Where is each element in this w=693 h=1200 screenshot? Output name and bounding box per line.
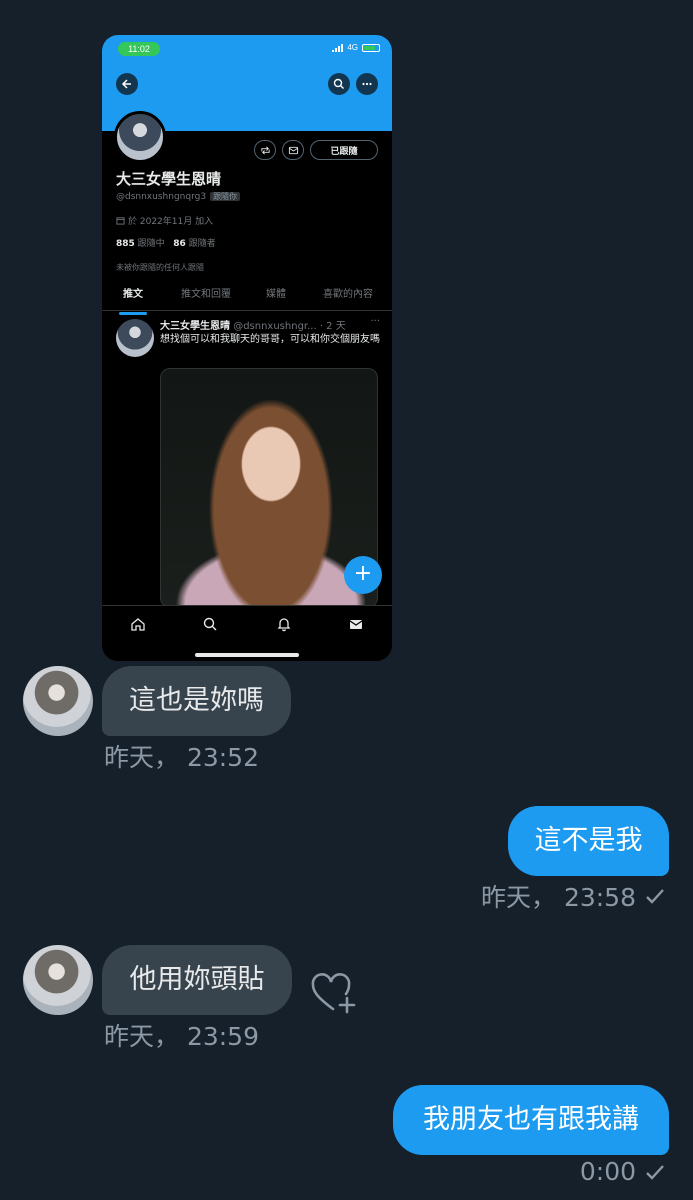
followers-count: 86 [173,239,186,249]
message-timestamp: 昨天， 23:58 [481,878,666,914]
followed-by-note: 未被你跟隨的任何人跟隨 [116,263,204,272]
tweet-text: 想找個可以和我聊天的哥哥，可以和你交個朋友嗎 [160,334,380,345]
profile-tabs: 推文 推文和回覆 媒體 喜歡的內容 [102,285,392,311]
checkmark-icon [646,1164,664,1180]
retweet-notify-icon [254,140,276,160]
search-nav-icon [202,616,220,634]
tweet-time: · 2 天 [319,321,346,332]
heart-plus-icon[interactable] [309,970,357,1014]
follow-stats: 885 跟隨中 86 跟隨者 [116,236,216,249]
tweet-header: 大三女學生恩晴 @dsnnxushngr... · 2 天 [160,317,380,332]
home-icon [130,616,148,634]
tweet-handle: @dsnnxushngr... [233,321,317,332]
message-bubble-outgoing[interactable]: 這不是我 [508,806,669,876]
sender-avatar[interactable] [23,945,93,1015]
checkmark-icon [646,889,664,904]
timestamp-text: 昨天， 23:58 [481,883,636,912]
status-icons: 4G [332,43,380,52]
following-count: 885 [116,239,135,249]
message-bubble-incoming[interactable]: 這也是妳嗎 [102,666,291,736]
home-indicator [195,653,299,657]
message-timestamp: 0:00 [580,1157,666,1186]
tweet-avatar [116,319,154,357]
back-arrow-icon [116,73,138,95]
compose-fab: + [344,556,382,594]
profile-handle: @dsnnxushngnqrg3 [116,192,207,202]
sender-avatar[interactable] [23,666,93,736]
messages-icon [348,616,366,634]
tab-likes: 喜歡的內容 [323,289,373,300]
mail-icon [282,140,304,160]
network-label: 4G [347,43,358,52]
timestamp-text: 0:00 [579,1157,636,1186]
timestamp-text: 昨天， 23:59 [104,1022,259,1051]
joined-date: 於 2022年11月 加入 [128,217,214,227]
tab-tweets: 推文 [102,285,164,310]
profile-handle-row: @dsnnxushngnqrg3 跟隨你 [116,191,241,202]
tab-tweets-replies: 推文和回覆 [181,289,231,300]
follows-you-badge: 跟隨你 [210,192,241,201]
following-button: 已跟隨 [310,140,378,160]
profile-name: 大三女學生恩晴 [116,170,222,188]
status-time: 11:02 [118,42,160,56]
tab-media: 媒體 [266,289,286,300]
timestamp-text: 昨天， 23:52 [104,743,259,772]
message-bubble-incoming[interactable]: 他用妳頭貼 [102,945,292,1015]
profile-avatar [114,111,166,163]
tweet-more-icon: ··· [370,316,380,327]
shared-profile-screenshot[interactable]: 11:02 4G 已跟隨 大三女學生恩晴 @dsnnxushngnqrg3 跟隨你… [102,35,392,661]
message-timestamp: 昨天， 23:52 [104,738,259,774]
signal-icon [332,43,344,52]
joined-row: 於 2022年11月 加入 [116,214,213,227]
calendar-icon [116,217,125,225]
following-label: 跟隨中 [137,239,165,249]
message-timestamp: 昨天， 23:59 [104,1017,259,1053]
battery-icon [362,43,380,52]
search-icon [328,73,350,95]
followers-label: 跟隨者 [188,239,216,249]
message-bubble-outgoing[interactable]: 我朋友也有跟我講 [393,1085,669,1155]
more-icon [356,73,378,95]
bell-icon [276,616,294,634]
tweet-author: 大三女學生恩晴 [160,321,230,332]
